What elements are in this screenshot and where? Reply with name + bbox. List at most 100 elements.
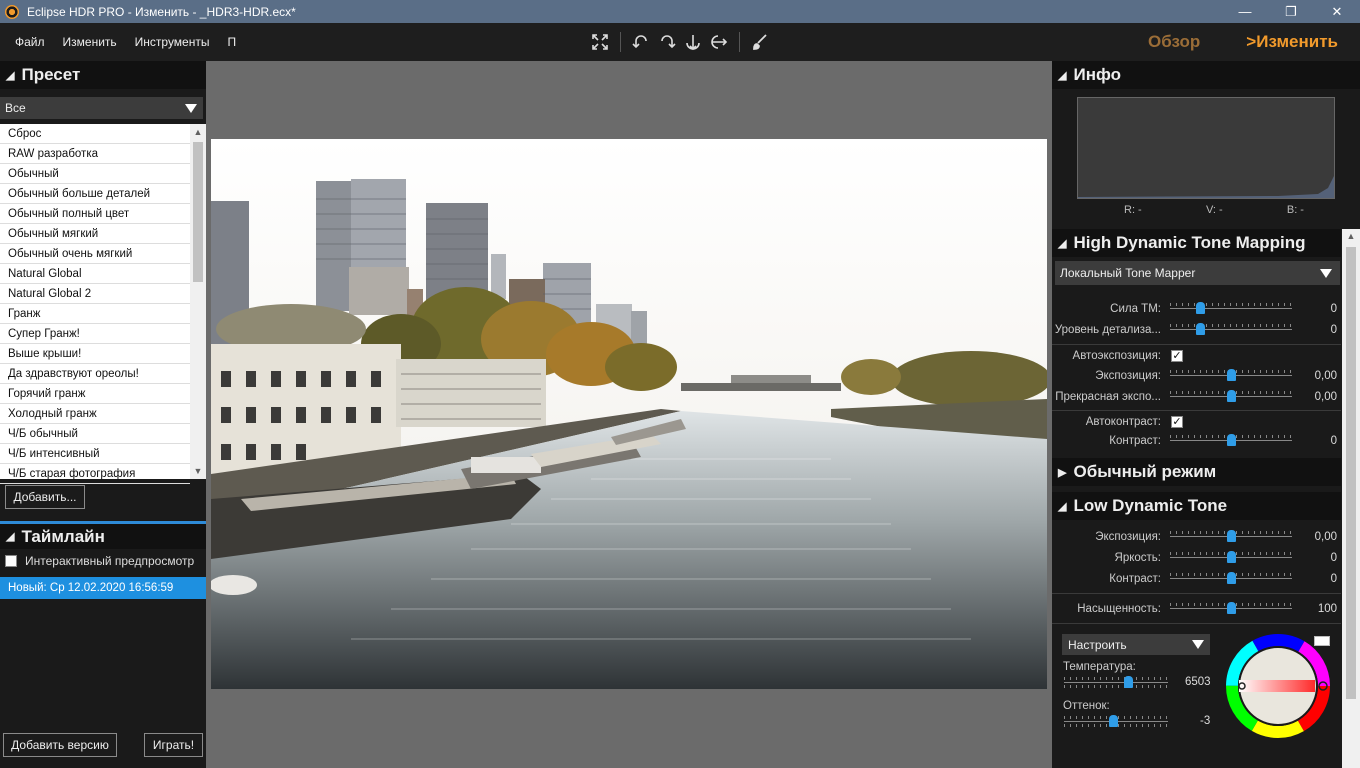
exposure-label: Экспозиция:	[1095, 370, 1161, 382]
add-version-button[interactable]: Добавить версию	[3, 733, 117, 757]
ldr-exposure-row: Экспозиция: 0,00	[1052, 527, 1341, 547]
minimize-button[interactable]: —	[1222, 0, 1268, 23]
preset-item[interactable]: Natural Global 2	[0, 284, 190, 304]
preset-item[interactable]: Обычный очень мягкий	[0, 244, 190, 264]
hdr-contrast-label: Контраст:	[1109, 435, 1161, 447]
preset-item[interactable]: Natural Global	[0, 264, 190, 284]
preset-item[interactable]: Выше крыши!	[0, 344, 190, 364]
temperature-label: Температура:	[1063, 661, 1136, 673]
autoexposure-checkbox[interactable]: ✓	[1171, 350, 1183, 362]
rotate-right-icon[interactable]	[657, 32, 677, 52]
rotate-left-icon[interactable]	[631, 32, 651, 52]
scroll-thumb[interactable]	[1346, 247, 1356, 699]
image-viewport[interactable]	[206, 61, 1052, 768]
slider-knob[interactable]	[1196, 323, 1205, 335]
slider-knob[interactable]	[1226, 602, 1236, 614]
info-header[interactable]: ◢ Инфо	[1052, 61, 1360, 89]
autoexposure-label: Автоэкспозиция:	[1072, 350, 1161, 362]
dropdown-arrow-icon	[1192, 640, 1204, 649]
version-entry[interactable]: Новый: Ср 12.02.2020 16:56:59	[0, 577, 206, 599]
ldr-exposure-slider[interactable]	[1170, 527, 1292, 547]
photo-preview[interactable]	[211, 139, 1047, 689]
tint-slider[interactable]	[1064, 712, 1168, 732]
preset-filter-dropdown[interactable]: Все	[0, 97, 203, 119]
preset-scrollbar[interactable]: ▲ ▼	[190, 124, 206, 479]
brightness-slider[interactable]	[1170, 548, 1292, 568]
preset-item[interactable]: Обычный полный цвет	[0, 204, 190, 224]
timeline-header[interactable]: ◢ Таймлайн	[0, 521, 206, 549]
preset-item[interactable]: Обычный	[0, 164, 190, 184]
menu-more[interactable]: П	[218, 35, 245, 49]
menu-edit[interactable]: Изменить	[54, 35, 126, 49]
color-wheel[interactable]	[1225, 633, 1331, 739]
flip-horizontal-icon[interactable]	[709, 32, 729, 52]
preset-item[interactable]: Горячий гранж	[0, 384, 190, 404]
normal-mode-header[interactable]: ▶ Обычный режим	[1052, 458, 1341, 486]
tm-strength-label: Сила ТМ:	[1110, 303, 1161, 315]
interactive-preview-toggle[interactable]: Интерактивный предпросмотр	[5, 554, 194, 568]
slider-knob[interactable]	[1226, 434, 1236, 446]
paris-river-photo	[211, 139, 1047, 689]
detail-slider[interactable]	[1170, 320, 1292, 340]
preset-item[interactable]: Да здравствуют ореолы!	[0, 364, 190, 384]
slider-knob[interactable]	[1123, 676, 1133, 688]
exposure-slider[interactable]	[1170, 366, 1292, 386]
preset-item[interactable]: Обычный больше деталей	[0, 184, 190, 204]
tone-mapper-dropdown[interactable]: Локальный Tone Mapper	[1055, 261, 1340, 285]
scroll-up-icon[interactable]: ▲	[190, 124, 206, 140]
menu-file[interactable]: Файл	[6, 35, 54, 49]
divider	[1052, 623, 1341, 624]
preset-list: Сброс RAW разработка Обычный Обычный бол…	[0, 124, 206, 484]
close-button[interactable]: ✕	[1314, 0, 1360, 23]
preset-item[interactable]: Ч/Б интенсивный	[0, 444, 190, 464]
tint-value: -3	[1200, 715, 1211, 727]
ldr-header[interactable]: ◢ Low Dynamic Tone	[1052, 492, 1341, 520]
ldr-title: Low Dynamic Tone	[1073, 496, 1228, 515]
hdr-contrast-slider[interactable]	[1170, 431, 1292, 451]
saturation-label: Насыщенность:	[1077, 603, 1161, 615]
saturation-value: 100	[1317, 603, 1337, 615]
preset-item[interactable]: Холодный гранж	[0, 404, 190, 424]
white-balance-dropdown[interactable]: Настроить	[1062, 634, 1210, 655]
fit-screen-icon[interactable]	[590, 32, 610, 52]
ldr-contrast-slider[interactable]	[1170, 569, 1292, 589]
hdr-header[interactable]: ◢ High Dynamic Tone Mapping	[1052, 229, 1341, 257]
b-value: B: -	[1286, 204, 1304, 216]
autocontrast-checkbox[interactable]: ✓	[1171, 416, 1183, 428]
adjustments-scrollbar[interactable]: ▲	[1342, 229, 1360, 768]
maximize-button[interactable]: ❐	[1268, 0, 1314, 23]
preset-item[interactable]: Сброс	[0, 124, 190, 144]
saturation-slider[interactable]	[1170, 599, 1292, 619]
tm-strength-slider[interactable]	[1170, 299, 1292, 319]
preset-item[interactable]: Супер Гранж!	[0, 324, 190, 344]
scroll-thumb[interactable]	[193, 142, 203, 282]
slider-knob[interactable]	[1226, 551, 1236, 563]
scroll-up-icon[interactable]: ▲	[1342, 231, 1360, 241]
histogram-graph	[1078, 176, 1334, 198]
preset-item[interactable]: Обычный мягкий	[0, 224, 190, 244]
preset-header[interactable]: ◢ Пресет	[0, 61, 206, 89]
menu-tools[interactable]: Инструменты	[126, 35, 219, 49]
slider-knob[interactable]	[1109, 715, 1119, 727]
add-preset-button[interactable]: Добавить...	[5, 485, 85, 509]
flip-vertical-icon[interactable]	[683, 32, 703, 52]
interactive-preview-checkbox[interactable]	[5, 555, 17, 567]
preset-item[interactable]: RAW разработка	[0, 144, 190, 164]
play-button[interactable]: Играть!	[144, 733, 203, 757]
slider-knob[interactable]	[1226, 390, 1236, 402]
dropdown-arrow-icon	[1320, 268, 1332, 278]
slider-knob[interactable]	[1226, 530, 1236, 542]
preset-item[interactable]: Гранж	[0, 304, 190, 324]
preset-item[interactable]: Ч/Б обычный	[0, 424, 190, 444]
brush-icon[interactable]	[750, 32, 770, 52]
slider-knob[interactable]	[1226, 369, 1236, 381]
edit-tab[interactable]: >Изменить	[1246, 32, 1338, 52]
preset-item[interactable]: Ч/Б старая фотография	[0, 464, 190, 484]
slider-knob[interactable]	[1196, 302, 1205, 314]
temperature-slider[interactable]	[1064, 673, 1168, 693]
slider-knob[interactable]	[1226, 572, 1236, 584]
scroll-down-icon[interactable]: ▼	[190, 463, 206, 479]
fine-exposure-slider[interactable]	[1170, 387, 1292, 407]
detail-row: Уровень детализа... 0	[1052, 320, 1341, 340]
overview-tab[interactable]: Обзор	[1148, 32, 1200, 52]
